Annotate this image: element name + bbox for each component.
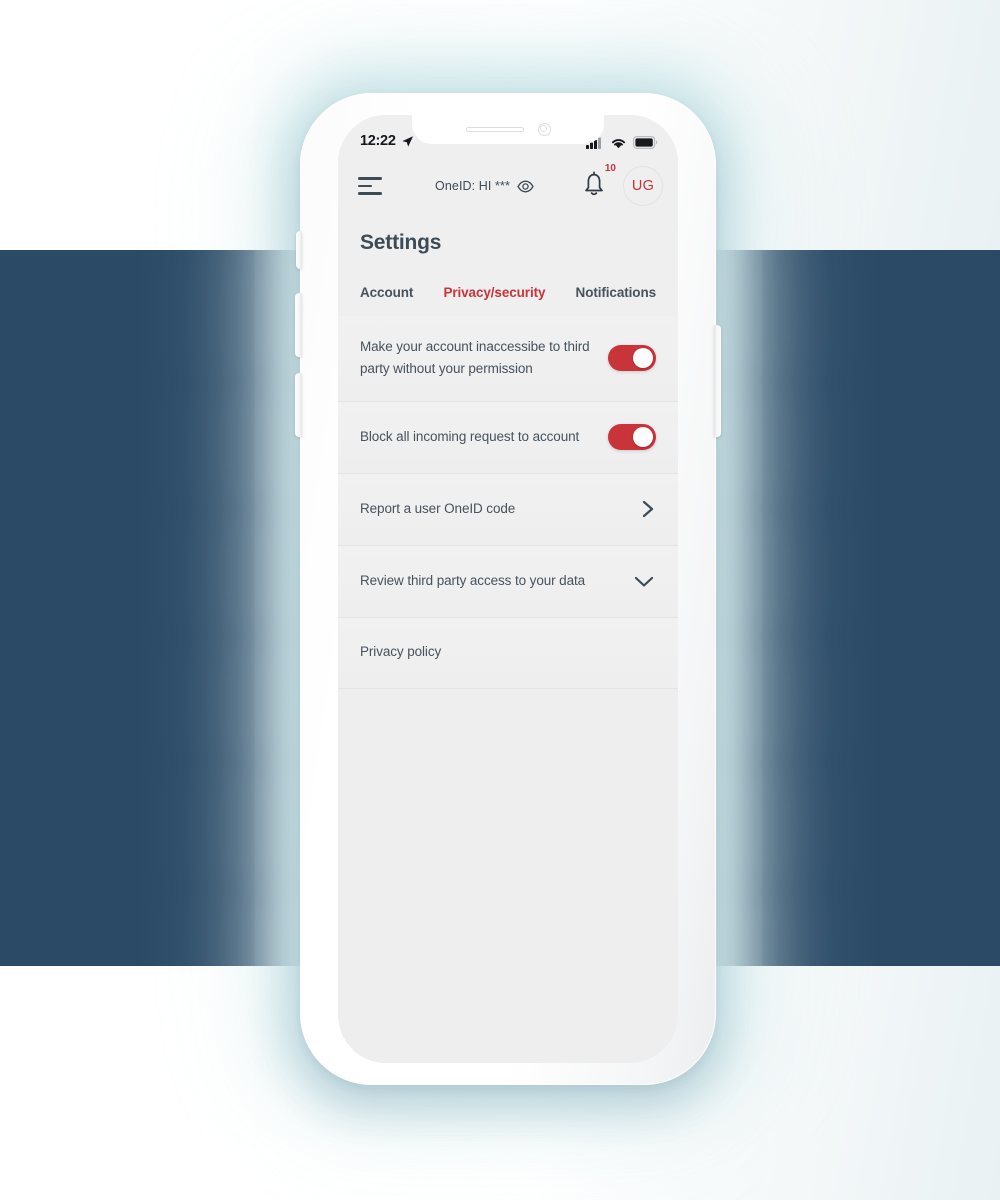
hamburger-menu-icon[interactable] — [358, 177, 382, 195]
list-empty-space — [338, 688, 678, 959]
page-title: Settings — [338, 217, 678, 257]
screenshot-stage: 12:22 OneID: HI *** 10 UG Settings Accou… — [0, 0, 1000, 1200]
power-button[interactable] — [714, 325, 721, 437]
app-header: OneID: HI *** 10 UG — [338, 155, 678, 217]
settings-row-label: Block all incoming request to account — [360, 428, 580, 444]
settings-tabs: Account Privacy/security Notifications — [338, 257, 678, 316]
location-arrow-icon — [401, 135, 413, 147]
settings-row-report-user[interactable]: Report a user OneID code — [338, 472, 678, 545]
avatar-initials: UG — [631, 178, 655, 194]
oneid-label: OneID: HI *** — [435, 179, 510, 193]
toggle-block-incoming[interactable] — [608, 424, 656, 451]
earpiece-speaker-icon — [465, 127, 524, 132]
status-bar-clock: 12:22 — [360, 133, 414, 149]
mute-switch-button[interactable] — [296, 231, 302, 269]
settings-row-label: Review third party access to your data — [360, 572, 586, 588]
chevron-right-icon[interactable] — [640, 497, 656, 521]
notification-count-badge: 10 — [604, 162, 616, 174]
settings-row-label: Make your account inaccessibe to third p… — [360, 339, 590, 377]
tab-notifications[interactable]: Notifications — [576, 285, 657, 300]
wifi-icon — [611, 138, 626, 148]
toggle-third-party-access[interactable] — [608, 345, 656, 372]
volume-down-button[interactable] — [295, 373, 302, 437]
settings-row-third-party-access[interactable]: Make your account inaccessibe to third p… — [338, 316, 678, 401]
notifications-bell-button[interactable]: 10 — [581, 163, 616, 203]
clock-time: 12:22 — [360, 133, 396, 149]
tab-account[interactable]: Account — [360, 285, 413, 300]
settings-list: Make your account inaccessibe to third p… — [338, 316, 678, 689]
settings-row-privacy-policy[interactable]: Privacy policy — [338, 616, 678, 689]
settings-row-block-incoming[interactable]: Block all incoming request to account — [338, 400, 678, 473]
oneid-display: OneID: HI *** — [396, 179, 573, 193]
front-camera-icon — [537, 123, 551, 136]
chevron-down-icon[interactable] — [632, 573, 656, 589]
settings-row-label: Privacy policy — [360, 644, 442, 660]
volume-up-button[interactable] — [295, 293, 302, 357]
user-avatar[interactable]: UG — [623, 166, 663, 206]
eye-icon[interactable] — [517, 180, 534, 193]
phone-screen: 12:22 OneID: HI *** 10 UG Settings Accou… — [338, 115, 678, 1063]
tab-privacy-security[interactable]: Privacy/security — [443, 285, 545, 300]
settings-row-review-third-party[interactable]: Review third party access to your data — [338, 544, 678, 617]
bell-icon — [585, 171, 603, 195]
battery-full-icon — [633, 136, 658, 149]
phone-notch — [412, 115, 604, 144]
settings-row-label: Report a user OneID code — [360, 500, 516, 516]
phone-mockup: 12:22 OneID: HI *** 10 UG Settings Accou… — [295, 93, 721, 1085]
